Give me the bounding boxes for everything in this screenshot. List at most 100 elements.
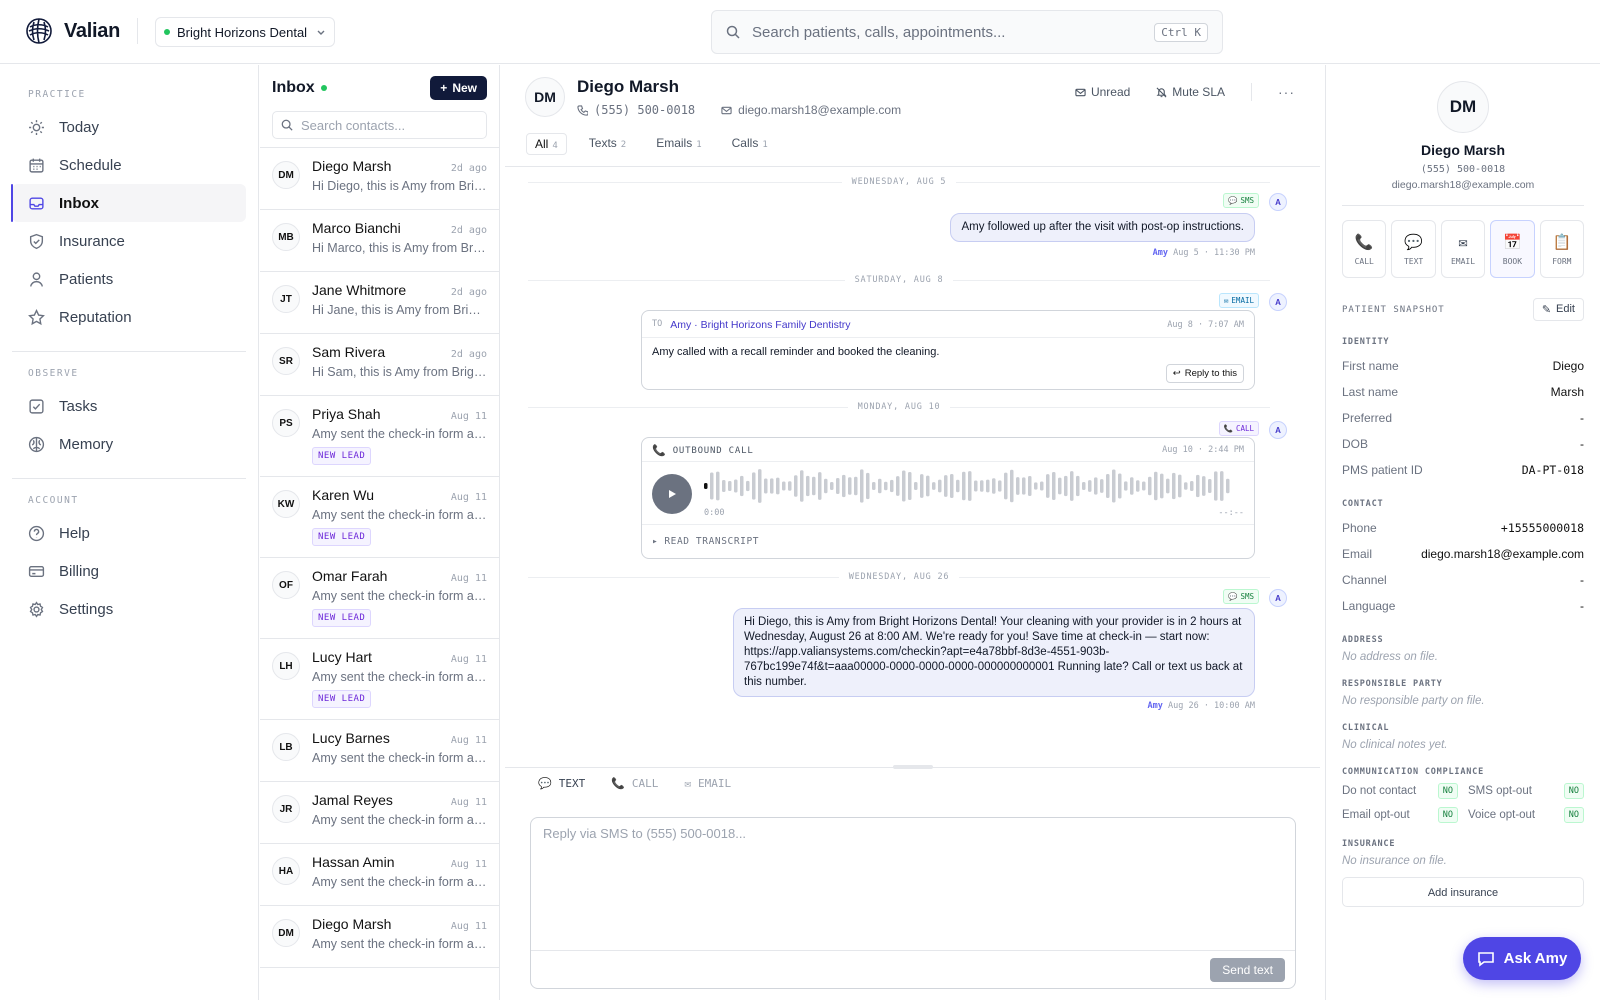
inbox-row[interactable]: PS Priya Shah Aug 11 Amy sent the check-in … bbox=[260, 396, 499, 477]
sidebar-item-schedule[interactable]: Schedule bbox=[12, 146, 246, 184]
email-card[interactable]: TO Amy · Bright Horizons Family Dentistry… bbox=[641, 310, 1255, 390]
tab-count: 2 bbox=[620, 140, 627, 150]
inbox-row[interactable]: LB Lucy Barnes Aug 11 Amy sent the check-in… bbox=[260, 720, 499, 782]
composer: Send text bbox=[530, 817, 1296, 989]
tab-count: 4 bbox=[552, 141, 558, 151]
sidebar-item-settings[interactable]: Settings bbox=[12, 590, 246, 628]
ask-amy-button[interactable]: Ask Amy bbox=[1463, 937, 1581, 980]
sidebar-item-help[interactable]: Help bbox=[12, 514, 246, 552]
message-time: Aug 11 bbox=[450, 859, 487, 870]
field-value: +15555000018 bbox=[1500, 521, 1584, 535]
sidebar-item-insurance[interactable]: Insurance bbox=[12, 222, 246, 260]
sidebar-item-label: Insurance bbox=[59, 232, 125, 250]
inbox-row-top: Jane Whitmore 2d ago bbox=[312, 282, 487, 298]
play-button[interactable] bbox=[652, 474, 692, 514]
inbox-row[interactable]: SR Sam Rivera 2d ago Hi Sam, this is Amy fr… bbox=[260, 334, 499, 396]
reply-icon: ↩ bbox=[1172, 368, 1181, 379]
practice-selector[interactable]: Bright Horizons Dental bbox=[155, 17, 335, 47]
inbox-row[interactable]: JT Jane Whitmore 2d ago Hi Jane, this is Am… bbox=[260, 272, 499, 334]
chat-icon: 💬 bbox=[1228, 196, 1238, 205]
sidebar-item-billing[interactable]: Billing bbox=[12, 552, 246, 590]
waveform-bar bbox=[722, 480, 726, 492]
compliance-item: Voice opt-out NO bbox=[1468, 807, 1584, 823]
reply-button[interactable]: ↩ Reply to this bbox=[1165, 364, 1244, 383]
field-row: PMS patient ID DA-PT-018 bbox=[1342, 457, 1584, 483]
calendar-icon bbox=[29, 158, 44, 173]
composer-tab-call[interactable]: 📞 CALL bbox=[611, 777, 658, 790]
unread-button[interactable]: Unread bbox=[1075, 85, 1130, 99]
inbox-row-body: Diego Marsh 2d ago Hi Diego, this is Amy f… bbox=[312, 158, 487, 209]
quick-call-button[interactable]: 📞 CALL bbox=[1342, 220, 1387, 278]
edit-button[interactable]: ✎ Edit bbox=[1532, 298, 1584, 321]
message-bubble[interactable]: Hi Diego, this is Amy from Bright Horizo… bbox=[733, 608, 1255, 697]
avatar: DM bbox=[272, 161, 300, 189]
inbox-row[interactable]: HA Hassan Amin Aug 11 Amy sent the check-in… bbox=[260, 844, 499, 906]
status-badge: NO bbox=[1563, 807, 1584, 823]
inbox-row[interactable]: MB Marco Bianchi 2d ago Hi Marco, this is A… bbox=[260, 210, 499, 272]
composer-tab-text[interactable]: 💬 TEXT bbox=[538, 777, 585, 790]
sidebar-item-tasks[interactable]: Tasks bbox=[12, 387, 246, 425]
email-time: Aug 8 · 7:07 AM bbox=[1167, 320, 1244, 330]
logo[interactable]: Valian bbox=[24, 16, 120, 46]
quick-book-button[interactable]: 📅 BOOK bbox=[1490, 220, 1535, 278]
quick-email-button[interactable]: ✉ EMAIL bbox=[1440, 220, 1486, 278]
waveform-bar bbox=[1154, 471, 1158, 501]
read-transcript-toggle[interactable]: ▸ READ TRANSCRIPT bbox=[652, 536, 759, 547]
contact-search-input[interactable] bbox=[301, 117, 478, 133]
quick-text-button[interactable]: 💬 TEXT bbox=[1391, 220, 1436, 278]
brain-icon bbox=[28, 436, 45, 452]
inbox-row[interactable]: LH Lucy Hart Aug 11 Amy sent the check-in f… bbox=[260, 639, 499, 720]
message-time: Aug 11 bbox=[450, 492, 487, 503]
waveform-bar bbox=[752, 472, 756, 500]
audio-waveform[interactable] bbox=[704, 468, 1232, 504]
more-icon[interactable]: ··· bbox=[1278, 84, 1295, 100]
inbox-row-body: Jane Whitmore 2d ago Hi Jane, this is Amy … bbox=[312, 282, 487, 333]
sidebar-item-inbox[interactable]: Inbox bbox=[11, 184, 246, 222]
tab-texts[interactable]: Texts 2 bbox=[581, 133, 634, 155]
waveform-bar bbox=[824, 478, 828, 494]
avatar: DM bbox=[1437, 81, 1489, 133]
field-row: Phone +15555000018 bbox=[1342, 515, 1584, 541]
tab-calls[interactable]: Calls 1 bbox=[724, 133, 776, 155]
message-time: Aug 11 bbox=[450, 735, 487, 746]
sidebar-item-label: Tasks bbox=[59, 397, 98, 415]
waveform-bar bbox=[848, 477, 852, 495]
inbox-row[interactable]: DM Diego Marsh Aug 11 Amy sent the check-in… bbox=[260, 906, 499, 968]
inbox-row[interactable]: KW Karen Wu Aug 11 Amy sent the check-in fo… bbox=[260, 477, 499, 558]
contact-search[interactable] bbox=[272, 111, 487, 139]
sidebar-item-reputation[interactable]: Reputation bbox=[12, 298, 246, 336]
send-text-button[interactable]: Send text bbox=[1210, 958, 1285, 982]
mute-sla-button[interactable]: Mute SLA bbox=[1156, 85, 1225, 99]
inbox-row[interactable]: OF Omar Farah Aug 11 Amy sent the check-in … bbox=[260, 558, 499, 639]
to-label: TO bbox=[652, 319, 663, 329]
new-button[interactable]: + New bbox=[430, 76, 487, 100]
waveform-bar bbox=[1214, 471, 1218, 501]
contact-phone[interactable]: (555) 500-0018 bbox=[577, 103, 695, 117]
contact-name: Karen Wu bbox=[312, 487, 374, 503]
field-key: Email bbox=[1342, 547, 1373, 561]
message-bubble[interactable]: Amy followed up after the visit with pos… bbox=[950, 213, 1255, 242]
tab-all[interactable]: All 4 bbox=[526, 133, 567, 155]
empty-state: No insurance on file. bbox=[1342, 855, 1447, 867]
contact-email[interactable]: diego.marsh18@example.com bbox=[721, 103, 901, 117]
inbox-row[interactable]: DM Diego Marsh 2d ago Hi Diego, this is Amy… bbox=[260, 148, 499, 210]
quick-form-button[interactable]: 📋 FORM bbox=[1539, 220, 1585, 278]
field-row: First name Diego bbox=[1342, 353, 1584, 379]
divider bbox=[642, 524, 1254, 525]
global-search-input[interactable] bbox=[752, 23, 1143, 41]
add-insurance-button[interactable]: Add insurance bbox=[1342, 877, 1584, 907]
sidebar-item-patients[interactable]: Patients bbox=[12, 260, 246, 298]
avatar: JR bbox=[272, 795, 300, 823]
resize-handle[interactable] bbox=[893, 765, 933, 769]
sidebar-item-today[interactable]: Today bbox=[12, 108, 246, 146]
global-search[interactable]: Ctrl K bbox=[711, 10, 1223, 54]
reply-textarea[interactable] bbox=[543, 826, 1283, 946]
composer-tab-email[interactable]: ✉ EMAIL bbox=[684, 777, 731, 790]
tab-emails[interactable]: Emails 1 bbox=[648, 133, 709, 155]
avatar: OF bbox=[272, 571, 300, 599]
nav-section-label: ACCOUNT bbox=[28, 495, 79, 506]
sidebar-item-memory[interactable]: Memory bbox=[12, 425, 246, 463]
waveform-bar bbox=[1094, 477, 1098, 495]
inbox-row[interactable]: JR Jamal Reyes Aug 11 Amy sent the check-in… bbox=[260, 782, 499, 844]
empty-state: No clinical notes yet. bbox=[1342, 739, 1448, 751]
